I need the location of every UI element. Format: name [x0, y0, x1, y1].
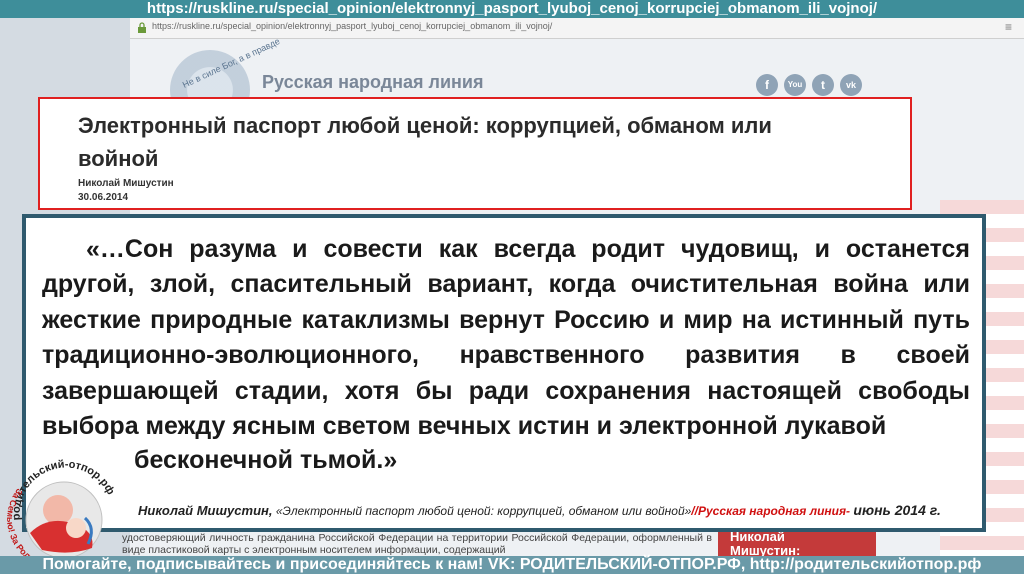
source-date: июнь 2014 г.: [853, 502, 941, 518]
bottom-banner: Помогайте, подписывайтесь и присоединяйт…: [0, 556, 1024, 574]
source-author: Николай Мишустин,: [138, 503, 273, 518]
twitter-icon[interactable]: t: [812, 74, 834, 96]
source-site: //Русская народная линия-: [691, 504, 851, 518]
facebook-icon[interactable]: f: [756, 74, 778, 96]
article-body-text: удостоверяющий личность гражданина Росси…: [122, 532, 712, 556]
address-text[interactable]: https://ruskline.ru/special_opinion/elek…: [152, 21, 552, 31]
lock-icon: [138, 22, 146, 33]
quote-box: «…Сон разума и совести как всегда родит …: [22, 214, 986, 532]
youtube-icon[interactable]: You: [784, 74, 806, 96]
article-title: Электронный паспорт любой ценой: коррупц…: [78, 113, 772, 171]
article-date: 30.06.2014: [78, 192, 129, 203]
quote-source: Николай Мишустин, «Электронный паспорт л…: [138, 502, 941, 518]
vk-icon[interactable]: vk: [840, 74, 862, 96]
article-header-box: Электронный паспорт любой ценой: коррупц…: [38, 97, 912, 210]
browser-address-bar[interactable]: https://ruskline.ru/special_opinion/elek…: [130, 18, 1024, 39]
top-url-banner: https://ruskline.ru/special_opinion/elek…: [0, 0, 1024, 18]
quote-end: бесконечной тьмой.»: [134, 446, 398, 474]
parents-resistance-logo: родительский-отпор.рф За Семью! За Родин…: [0, 448, 117, 568]
source-title: «Электронный паспорт любой ценой: корруп…: [275, 504, 692, 518]
article-author[interactable]: Николай Мишустин: [78, 178, 174, 189]
browser-tools[interactable]: ≡: [1005, 20, 1016, 34]
menu-icon[interactable]: ≡: [1005, 20, 1016, 34]
site-name[interactable]: Русская народная линия: [262, 72, 484, 93]
quote-text: «…Сон разума и совести как всегда родит …: [42, 235, 970, 441]
